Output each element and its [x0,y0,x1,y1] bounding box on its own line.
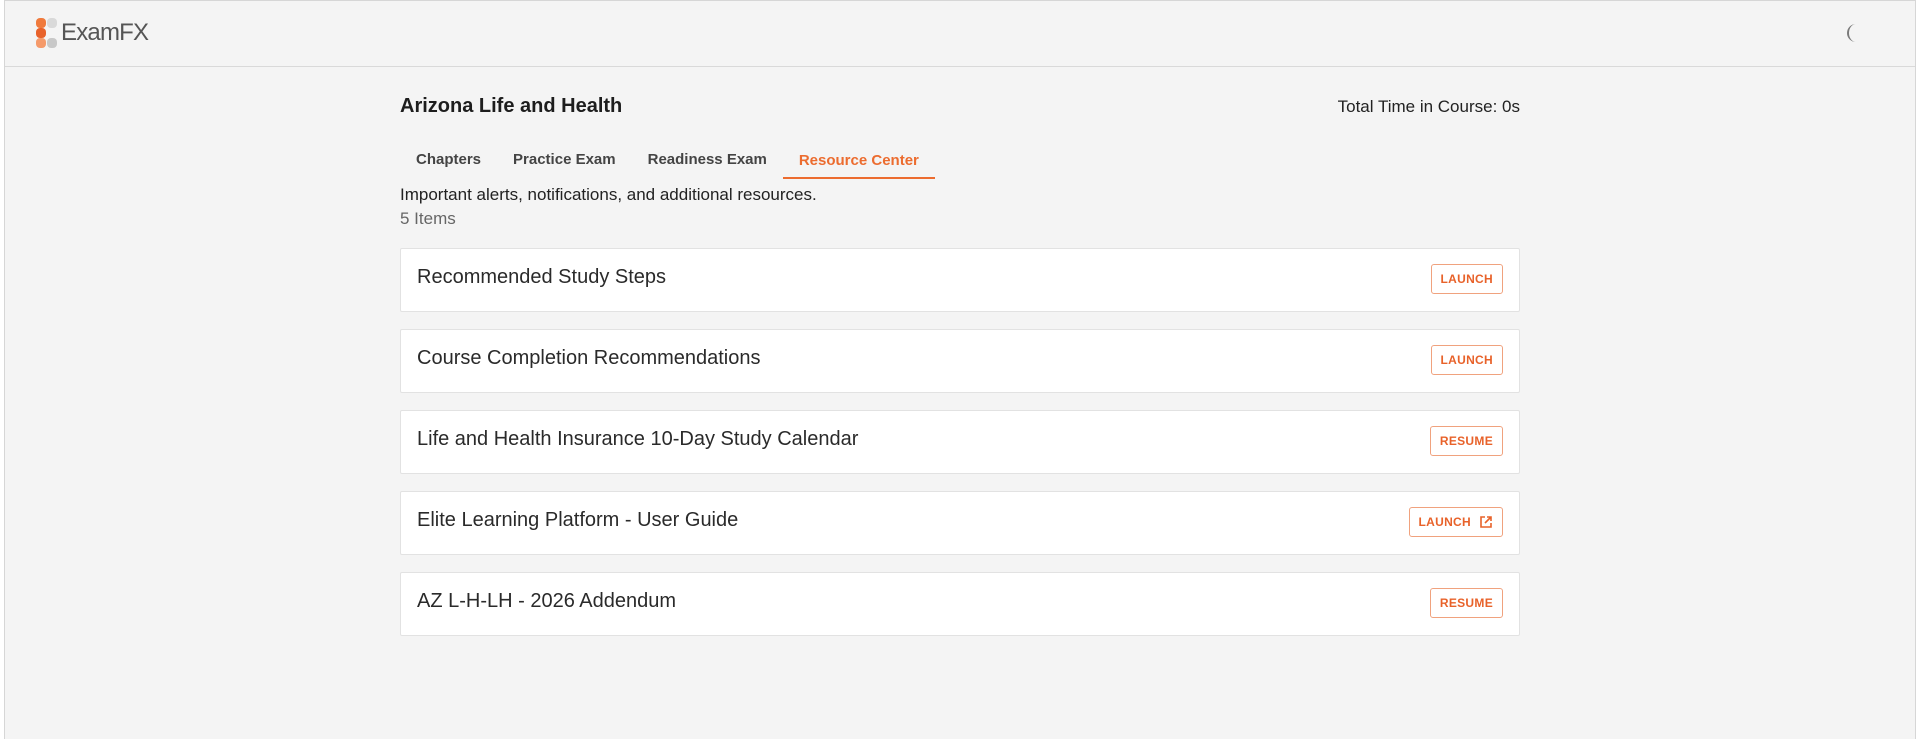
tab-practice-exam[interactable]: Practice Exam [497,141,632,177]
resource-description: Important alerts, notifications, and add… [400,185,817,204]
resume-button[interactable]: RESUME [1429,588,1503,618]
button-label: LAUNCH [1440,272,1493,286]
launch-button[interactable]: LAUNCH [1430,345,1503,375]
total-time: Total Time in Course: 0s [1338,97,1520,117]
launch-button[interactable]: LAUNCH [1430,264,1503,294]
external-link-icon [1480,516,1492,528]
resume-button[interactable]: RESUME [1429,426,1503,456]
tab-resource-center[interactable]: Resource Center [782,141,935,179]
launch-external-button[interactable]: LAUNCH [1408,507,1503,537]
list-item: Life and Health Insurance 10-Day Study C… [400,410,1520,474]
button-label: LAUNCH [1440,353,1493,367]
course-title: Arizona Life and Health [400,95,623,117]
button-label: RESUME [1439,596,1493,610]
list-item: Course Completion Recommendations LAUNCH [400,329,1520,393]
item-title: Life and Health Insurance 10-Day Study C… [417,428,859,450]
examfx-logo[interactable]: ExamFX [36,18,149,48]
list-item: Elite Learning Platform - User Guide LAU… [400,491,1520,555]
button-label: LAUNCH [1418,515,1471,529]
item-title: Recommended Study Steps [417,266,667,288]
list-item: Recommended Study Steps LAUNCH [400,248,1520,312]
item-title: AZ L-H-LH - 2026 Addendum [417,590,677,612]
item-title: Elite Learning Platform - User Guide [417,509,739,531]
total-time-value: 0s [1502,97,1520,116]
button-label: RESUME [1439,434,1493,448]
moon-icon[interactable] [1841,21,1865,45]
total-time-label: Total Time in Course: [1337,97,1503,116]
list-item: AZ L-H-LH - 2026 Addendum RESUME [400,572,1520,636]
tab-readiness-exam[interactable]: Readiness Exam [632,141,783,177]
resource-list: Recommended Study Steps LAUNCH Course Co… [400,248,1520,653]
top-bar: ExamFX [5,1,1915,67]
logo-text: ExamFX [61,19,149,46]
tab-chapters[interactable]: Chapters [400,141,497,177]
item-count: 5 Items [400,209,456,228]
course-tabs: Chapters Practice Exam Readiness Exam Re… [400,141,935,179]
item-title: Course Completion Recommendations [417,347,761,369]
examfx-logo-icon [36,18,57,48]
app-frame: ExamFX Arizona Life and Health Total Tim… [4,0,1916,739]
